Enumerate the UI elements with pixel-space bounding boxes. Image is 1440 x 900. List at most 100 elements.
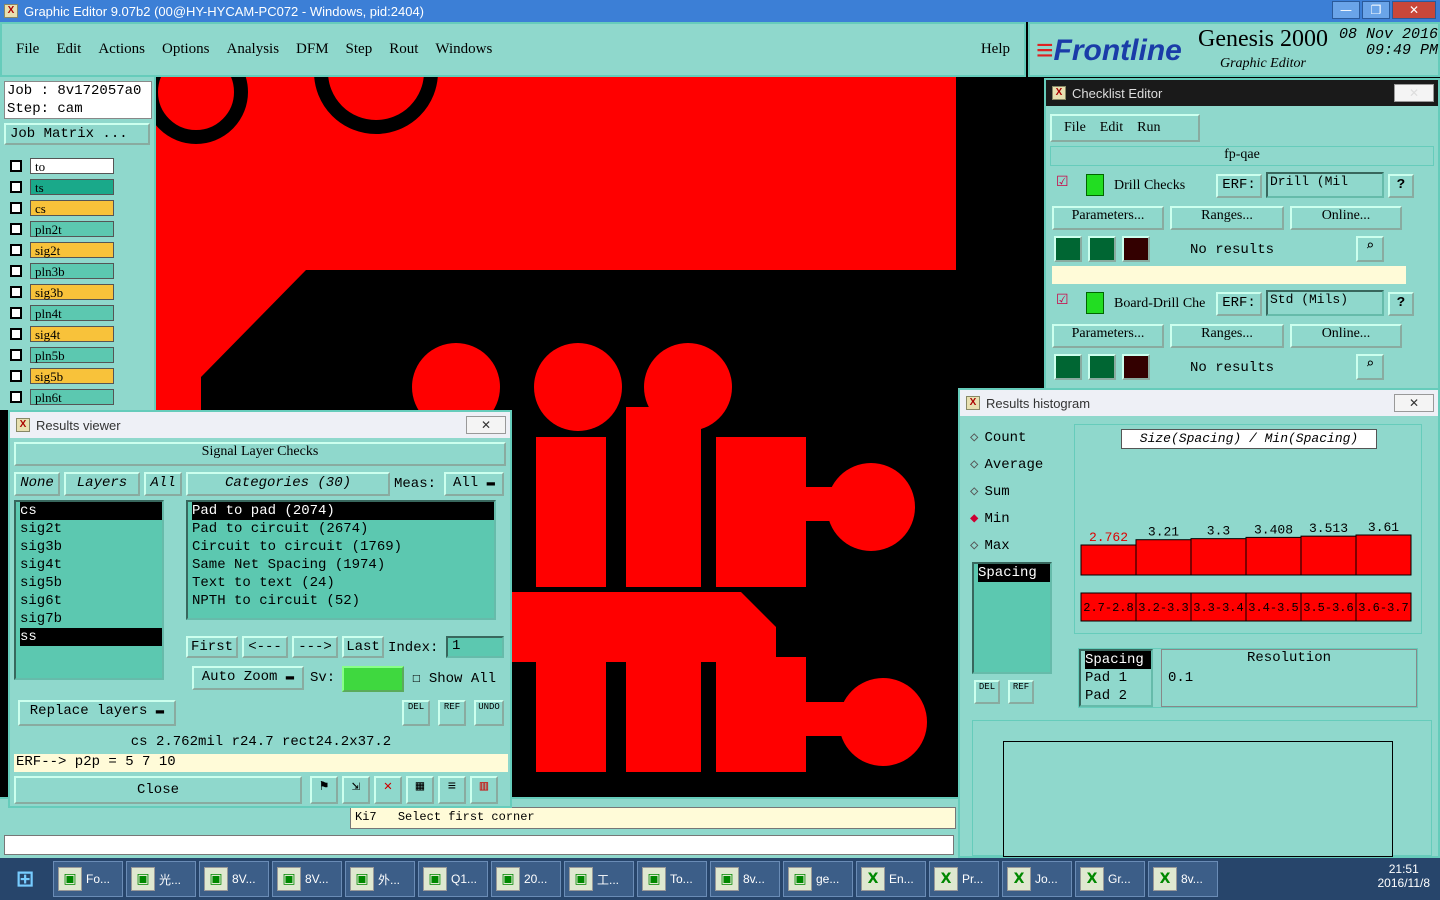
layer-name[interactable]: pln5b	[30, 346, 114, 363]
layer-name[interactable]: sig4t	[30, 325, 114, 342]
next-button[interactable]: --->	[292, 636, 338, 658]
list-item[interactable]: NPTH to circuit (52)	[192, 592, 494, 610]
run-icon[interactable]	[1054, 354, 1082, 380]
taskbar-item[interactable]: ▣ Q1...	[418, 861, 488, 897]
zoom-icon[interactable]: ⌕	[1356, 236, 1384, 262]
histogram-bar[interactable]	[1135, 539, 1192, 576]
list-item[interactable]: Pad to circuit (2674)	[192, 520, 494, 538]
menu-options[interactable]: Options	[162, 41, 210, 58]
aggregate-option[interactable]: ◆ Min	[970, 505, 1070, 532]
menu-dfm[interactable]: DFM	[296, 41, 329, 58]
list-item[interactable]: sig5b	[20, 574, 162, 592]
taskbar-item[interactable]: ▣ 20...	[491, 861, 561, 897]
layer-select-box[interactable]	[10, 264, 22, 277]
clock[interactable]: 21:51 2016/11/8	[1378, 862, 1431, 890]
checklist-menu-file[interactable]: File	[1064, 120, 1086, 136]
meas-select[interactable]: All ▬	[444, 472, 504, 496]
auto-zoom-select[interactable]: Auto Zoom ▬	[192, 666, 304, 690]
list-item[interactable]: sig7b	[20, 610, 162, 628]
list-item[interactable]: Circuit to circuit (1769)	[192, 538, 494, 556]
show-all-checkbox[interactable]: ☐ Show All	[412, 670, 496, 687]
taskbar-item[interactable]: X En...	[856, 861, 926, 897]
radio-icon[interactable]: ◇	[970, 429, 978, 446]
taskbar-item[interactable]: ▣ ge...	[783, 861, 853, 897]
radio-icon[interactable]: ◇	[970, 483, 978, 500]
radio-icon[interactable]: ◆	[970, 510, 978, 527]
menu-analysis[interactable]: Analysis	[227, 41, 280, 58]
layer-name[interactable]: pln2t	[30, 220, 114, 237]
stop-icon[interactable]	[1122, 236, 1150, 262]
first-button[interactable]: First	[186, 636, 238, 658]
histogram-bar[interactable]	[1355, 534, 1412, 576]
layer-select-box[interactable]	[10, 180, 22, 193]
all-button[interactable]: All	[144, 472, 182, 496]
list-item[interactable]: Spacing	[1085, 651, 1151, 669]
job-matrix-button[interactable]: Job Matrix ...	[4, 123, 150, 145]
aggregate-option[interactable]: ◇ Max	[970, 532, 1070, 559]
histogram-bar[interactable]	[1300, 535, 1357, 576]
aggregate-option[interactable]: ◇ Sum	[970, 478, 1070, 505]
taskbar-item[interactable]: ▣ Fo...	[53, 861, 123, 897]
results-viewer-close-button[interactable]: ✕	[466, 416, 506, 434]
report-icon[interactable]: ▦	[406, 776, 434, 804]
layer-name[interactable]: pln4t	[30, 304, 114, 321]
list-item[interactable]: Text to text (24)	[192, 574, 494, 592]
taskbar-item[interactable]: ▣ 光...	[126, 861, 196, 897]
results-layer-list[interactable]: cs sig2t sig3b sig4t sig5b sig6t sig7b ss	[14, 500, 164, 680]
layer-name[interactable]: sig2t	[30, 241, 114, 258]
layer-select-box[interactable]	[10, 390, 22, 403]
layer-name[interactable]: cs	[30, 199, 114, 216]
layer-select-box[interactable]	[10, 285, 22, 298]
run-all-icon[interactable]	[1088, 354, 1116, 380]
taskbar-item[interactable]: ▣ 8V...	[272, 861, 342, 897]
layer-row[interactable]: sig2t	[4, 239, 152, 260]
taskbar-item[interactable]: X Gr...	[1075, 861, 1145, 897]
maximize-button[interactable]: ❐	[1362, 1, 1390, 19]
results-category-list[interactable]: Pad to pad (2074) Pad to circuit (2674) Ci…	[186, 500, 496, 620]
histogram-field-list[interactable]: Spacing	[972, 562, 1052, 674]
none-button[interactable]: None	[14, 472, 60, 496]
layer-row[interactable]: sig5b	[4, 365, 152, 386]
layer-select-box[interactable]	[10, 306, 22, 319]
list-item[interactable]: Spacing	[978, 564, 1050, 582]
taskbar-item[interactable]: ▣ 工...	[564, 861, 634, 897]
layer-row[interactable]: pln3b	[4, 260, 152, 281]
flag-icon[interactable]: ⚑	[310, 776, 338, 804]
layer-name[interactable]: pln6t	[30, 388, 114, 405]
start-button[interactable]: ⊞	[0, 859, 50, 899]
prev-button[interactable]: <---	[242, 636, 288, 658]
layer-select-box[interactable]	[10, 369, 22, 382]
checklist-menu-edit[interactable]: Edit	[1100, 120, 1123, 136]
layer-name[interactable]: sig3b	[30, 283, 114, 300]
layer-row[interactable]: to	[4, 155, 152, 176]
menu-rout[interactable]: Rout	[389, 41, 418, 58]
document-icon[interactable]: ≡	[438, 776, 466, 804]
help-button[interactable]: ?	[1388, 174, 1414, 198]
layer-row[interactable]: pln5b	[4, 344, 152, 365]
erf-value[interactable]: Drill (Mil	[1266, 172, 1384, 198]
layer-name[interactable]: to	[30, 157, 114, 174]
taskbar-item[interactable]: ▣ 8V...	[199, 861, 269, 897]
online-button[interactable]: Online...	[1290, 324, 1402, 348]
minimize-button[interactable]: —	[1332, 1, 1360, 19]
histogram-ref-button[interactable]: REF	[1008, 680, 1034, 704]
histogram-bar[interactable]	[1080, 544, 1137, 576]
radio-icon[interactable]: ◇	[970, 456, 978, 473]
close-button[interactable]: ✕	[1392, 1, 1436, 19]
taskbar-item[interactable]: ▣ 外...	[345, 861, 415, 897]
del-button[interactable]: DEL	[402, 700, 430, 726]
online-button[interactable]: Online...	[1290, 206, 1402, 230]
run-icon[interactable]	[1054, 236, 1082, 262]
close-viewer-button[interactable]: Close	[14, 776, 302, 804]
taskbar-item[interactable]: X Jo...	[1002, 861, 1072, 897]
menu-file[interactable]: File	[16, 41, 39, 58]
aggregate-option[interactable]: ◇ Count	[970, 424, 1070, 451]
list-item[interactable]: sig4t	[20, 556, 162, 574]
layer-row[interactable]: pln6t	[4, 386, 152, 407]
list-item[interactable]: ss	[20, 628, 162, 646]
menu-help[interactable]: Help	[981, 41, 1010, 58]
parameters-button[interactable]: Parameters...	[1052, 206, 1164, 230]
histogram-bar[interactable]	[1190, 538, 1247, 576]
export-icon[interactable]: ⇲	[342, 776, 370, 804]
histogram-bar[interactable]	[1245, 536, 1302, 576]
